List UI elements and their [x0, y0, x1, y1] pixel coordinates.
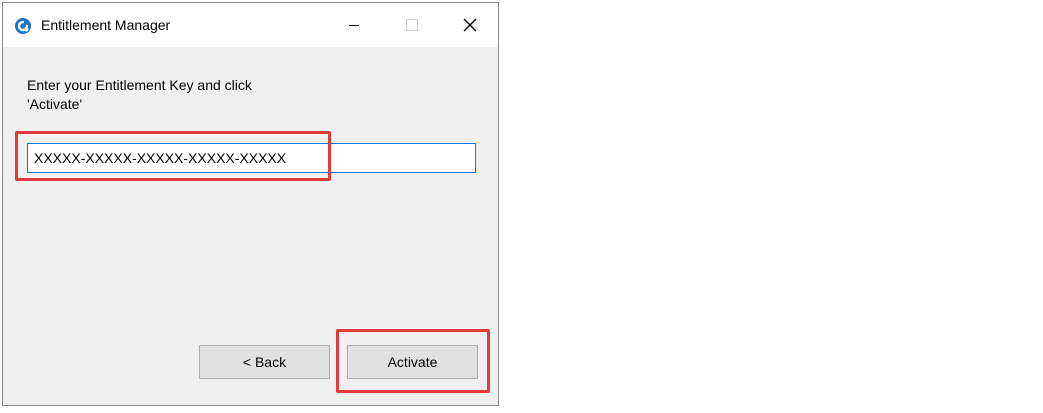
window-title: Entitlement Manager: [41, 17, 171, 33]
entitlement-manager-window: Entitlement Manager Enter your Entitleme…: [2, 2, 499, 406]
back-button[interactable]: < Back: [199, 345, 330, 379]
entitlement-manager-app-icon: [15, 18, 31, 34]
title-bar[interactable]: Entitlement Manager: [3, 3, 498, 47]
minimize-button[interactable]: [325, 3, 383, 47]
maximize-icon: [406, 19, 418, 31]
maximize-button[interactable]: [383, 3, 441, 47]
close-button[interactable]: [441, 3, 499, 47]
activate-button[interactable]: Activate: [347, 345, 478, 379]
instruction-text: Enter your Entitlement Key and click 'Ac…: [27, 77, 252, 112]
minimize-icon: [349, 25, 359, 26]
close-icon: [463, 18, 477, 32]
entitlement-key-input[interactable]: [27, 143, 476, 173]
